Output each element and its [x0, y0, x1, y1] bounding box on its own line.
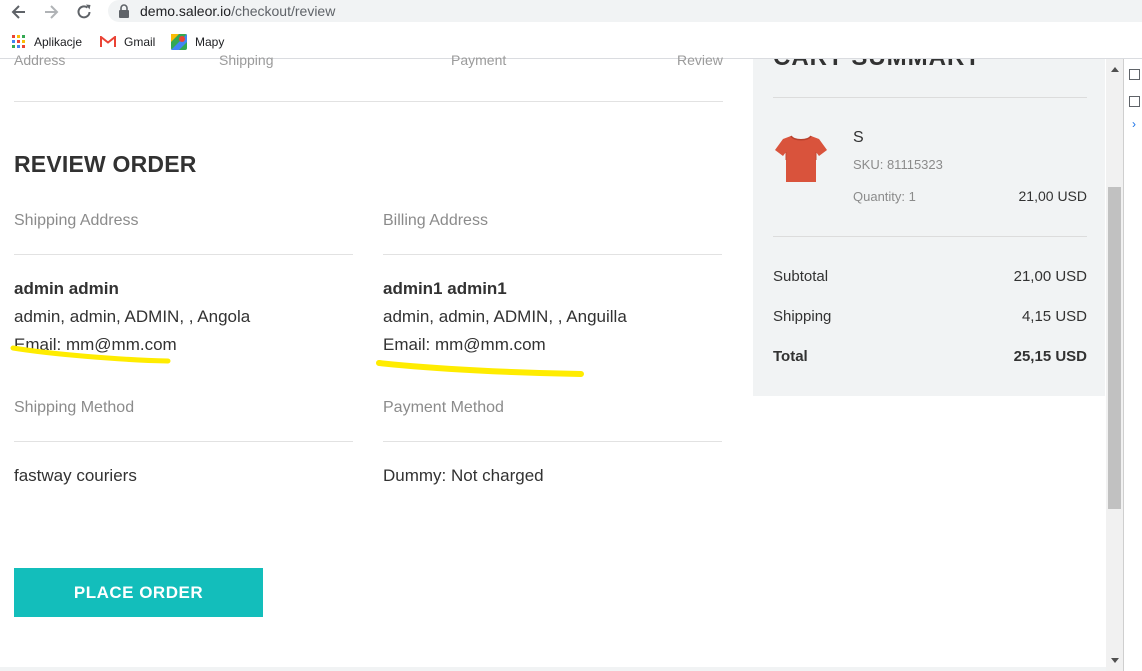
scroll-up-arrow-icon[interactable]	[1111, 67, 1119, 72]
url-bar[interactable]: demo.saleor.io/checkout/review	[108, 0, 1142, 22]
total-label: Total	[773, 348, 808, 365]
device-toolbar-icon[interactable]	[1129, 96, 1140, 107]
bookmark-gmail-label: Gmail	[124, 35, 156, 49]
url-path: /checkout/review	[231, 3, 336, 19]
bookmark-apps-label: Aplikacje	[34, 35, 83, 49]
payment-method-value: Dummy: Not charged	[383, 466, 544, 485]
devtools-panel-edge: ›	[1123, 59, 1142, 671]
scrollbar-thumb[interactable]	[1108, 187, 1121, 509]
step-payment[interactable]: Payment	[451, 54, 506, 68]
apps-grid-icon	[12, 35, 25, 48]
bookmark-gmail[interactable]: Gmail	[100, 33, 155, 51]
highlight-mark	[376, 360, 584, 377]
product-price: 21,00 USD	[1018, 188, 1087, 204]
billing-name: admin1 admin1	[383, 279, 507, 298]
back-arrow-icon[interactable]	[9, 2, 29, 22]
billing-email: Email: mm@mm.com	[383, 335, 546, 354]
shipping-address-label: Shipping Address	[14, 212, 139, 229]
step-shipping[interactable]: Shipping	[219, 54, 274, 68]
step-review[interactable]: Review	[677, 54, 723, 68]
billing-address-line: admin, admin, ADMIN, , Anguilla	[383, 307, 627, 326]
cart-summary: CART SUMMARY S SKU: 81115323 Quantity: 1…	[753, 59, 1105, 396]
bookmark-maps[interactable]: Mapy	[171, 33, 224, 51]
bookmark-maps-label: Mapy	[195, 35, 225, 49]
product-quantity: Quantity: 1	[853, 189, 916, 204]
shipping-method-label: Shipping Method	[14, 399, 135, 416]
subtotal-label: Subtotal	[773, 268, 829, 285]
bookmark-apps[interactable]: Aplikacje	[12, 33, 82, 51]
maps-icon	[171, 34, 187, 50]
shipping-address-line: admin, admin, ADMIN, , Angola	[14, 307, 251, 326]
forward-arrow-icon[interactable]	[41, 2, 61, 22]
cart-title-clip: CART SUMMARY	[773, 59, 1093, 69]
chevron-right-icon[interactable]: ›	[1132, 117, 1136, 131]
checkout-steps: Address Shipping Payment Review	[14, 54, 723, 70]
subtotal-value: 21,00 USD	[1013, 268, 1087, 285]
vertical-scrollbar[interactable]	[1106, 59, 1123, 671]
inspect-element-icon[interactable]	[1129, 69, 1140, 80]
url-text: demo.saleor.io/checkout/review	[140, 3, 335, 19]
product-name[interactable]: S	[853, 129, 864, 147]
shipping-cost-value: 4,15 USD	[1021, 308, 1087, 325]
page-bottom-edge	[0, 667, 1106, 671]
shipping-cost-label: Shipping	[773, 308, 832, 325]
product-sku: SKU: 81115323	[853, 157, 943, 172]
payment-method-label: Payment Method	[383, 399, 504, 416]
shipping-method-value: fastway couriers	[14, 466, 137, 485]
section-divider	[14, 441, 353, 442]
shipping-name: admin admin	[14, 279, 119, 298]
url-host: demo.saleor.io	[140, 3, 232, 19]
section-divider	[383, 441, 722, 442]
scroll-down-arrow-icon[interactable]	[1111, 658, 1119, 663]
section-divider	[14, 254, 353, 255]
product-tshirt-image[interactable]	[773, 130, 829, 186]
place-order-button[interactable]: PLACE ORDER	[14, 568, 263, 617]
gmail-icon	[100, 36, 116, 48]
step-address[interactable]: Address	[14, 54, 65, 68]
billing-address-label: Billing Address	[383, 212, 488, 229]
section-divider	[383, 254, 722, 255]
bookmarks-bar: Aplikacje Gmail Mapy	[0, 30, 1142, 54]
cart-divider	[773, 236, 1087, 237]
cart-title: CART SUMMARY	[773, 59, 981, 69]
reload-icon[interactable]	[74, 2, 94, 22]
highlight-mark	[10, 345, 171, 364]
total-value: 25,15 USD	[1013, 348, 1087, 365]
steps-divider	[14, 101, 723, 102]
page-title: REVIEW ORDER	[14, 151, 197, 177]
browser-toolbar: demo.saleor.io/checkout/review	[0, 0, 1142, 24]
lock-icon	[119, 4, 129, 18]
cart-divider	[773, 97, 1087, 98]
